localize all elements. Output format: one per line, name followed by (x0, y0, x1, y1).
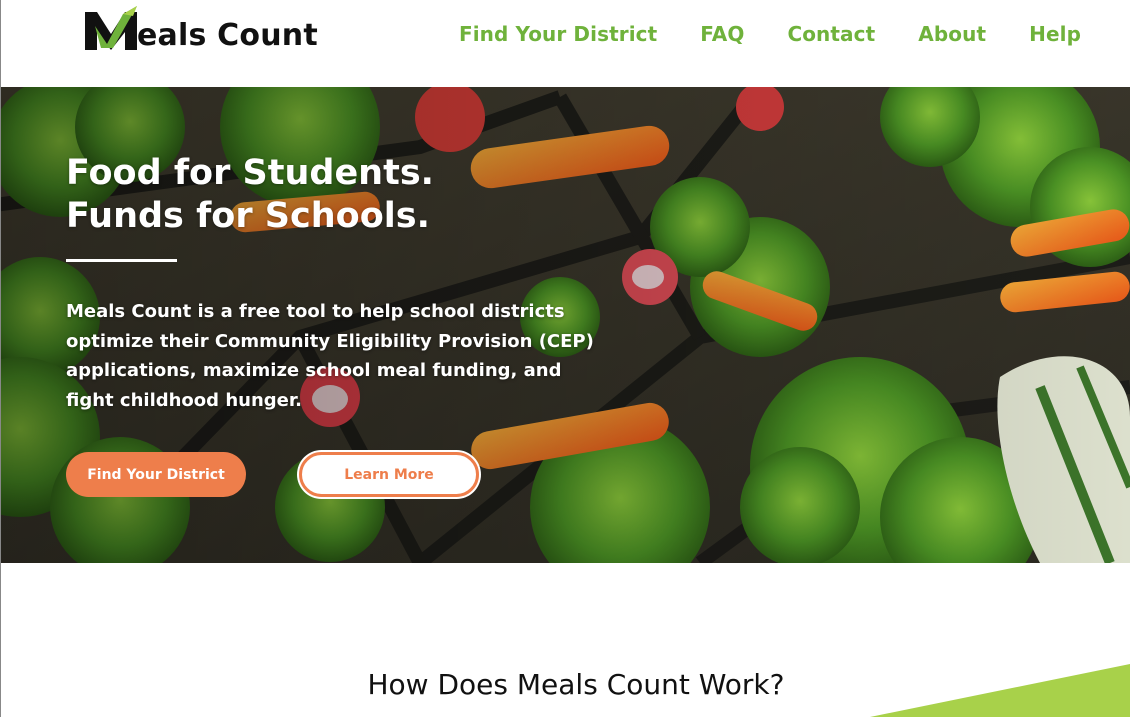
green-accent-wedge (870, 664, 1130, 717)
page-left-border (0, 0, 1, 717)
how-it-works-title: How Does Meals Count Work? (367, 668, 785, 701)
